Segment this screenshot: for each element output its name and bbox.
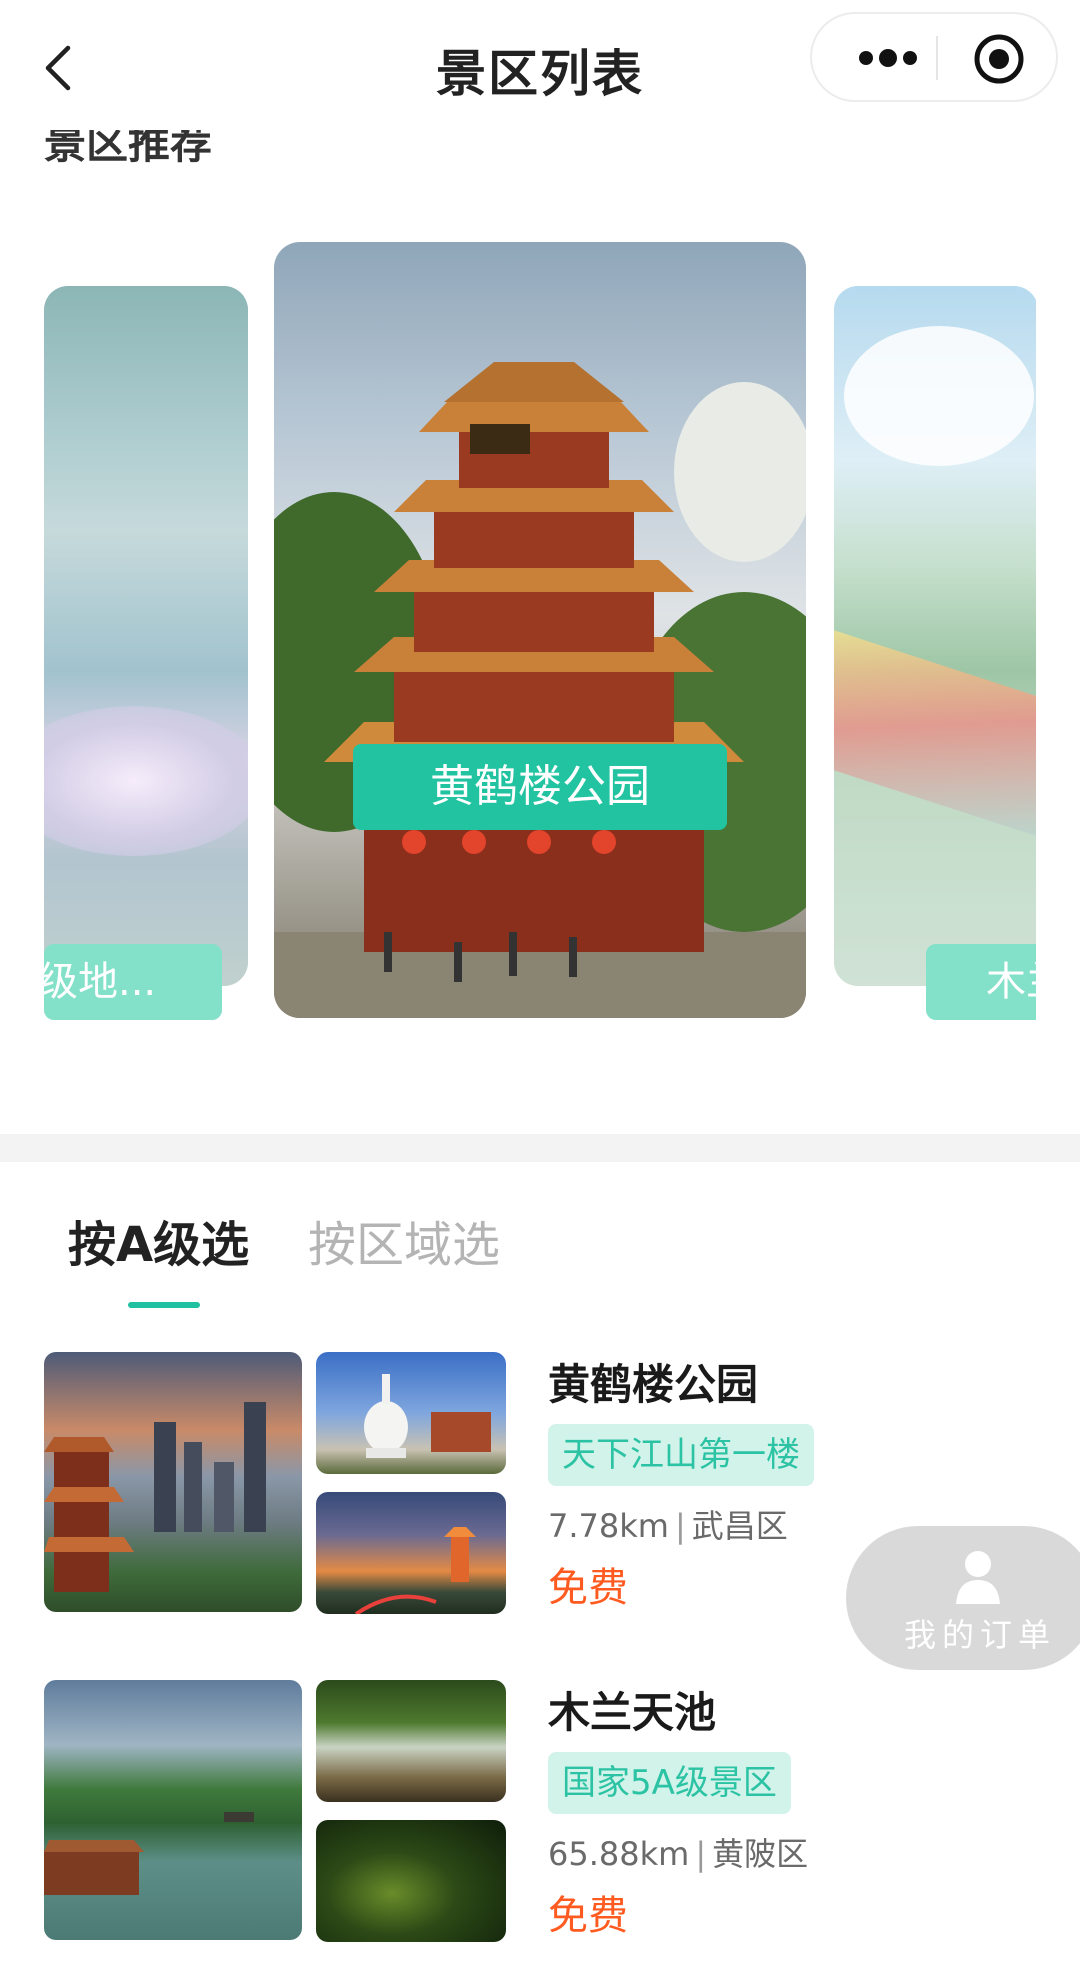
capsule-divider: [936, 36, 938, 80]
item-name: 黄鹤楼公园: [548, 1360, 759, 1409]
item-district: 黄陂区: [712, 1835, 809, 1873]
meta-separator: |: [695, 1835, 707, 1873]
thumb-tertiary: [316, 1492, 506, 1614]
item-distance: 65.88km: [548, 1835, 690, 1873]
item-meta: 7.78km | 武昌区: [548, 1502, 788, 1550]
more-icon[interactable]: [848, 38, 928, 78]
item-distance: 7.78km: [548, 1507, 669, 1545]
thumb-tertiary: [316, 1820, 506, 1942]
carousel-label-active[interactable]: 黄鹤楼公园: [353, 744, 727, 830]
tab-active-indicator: [128, 1302, 200, 1308]
meta-separator: |: [674, 1507, 686, 1545]
item-meta: 65.88km | 黄陂区: [548, 1830, 808, 1878]
my-orders-label: 我的订单: [904, 1616, 1057, 1654]
person-icon: [956, 1551, 1000, 1604]
thumb-secondary: [316, 1352, 506, 1474]
list-item[interactable]: 木兰天池 国家5A级景区 65.88km | 黄陂区 免费: [0, 1680, 1080, 1942]
card-overlay: [834, 286, 1036, 986]
item-name: 木兰天池: [548, 1688, 717, 1737]
target-icon[interactable]: [972, 32, 1026, 86]
section-divider: [0, 1134, 1080, 1162]
tab-by-region[interactable]: 按区域选: [308, 1212, 500, 1278]
carousel-card-active[interactable]: [274, 242, 806, 1018]
thumb-secondary: [316, 1680, 506, 1802]
carousel-card-prev[interactable]: [44, 286, 248, 986]
thumb-main: [44, 1352, 302, 1612]
thumb-main: [44, 1680, 302, 1940]
tower-image: [274, 362, 806, 1018]
scenic-carousel[interactable]: 级地... 木: [44, 228, 1036, 1078]
my-orders-button[interactable]: 我的订单: [846, 1526, 1080, 1670]
card-overlay: [44, 286, 248, 986]
tab-by-a-level[interactable]: 按A级选: [68, 1212, 249, 1278]
item-tag: 国家5A级景区: [548, 1752, 791, 1814]
item-price: 免费: [548, 1565, 628, 1611]
carousel-label-next[interactable]: 木兰: [926, 944, 1036, 1020]
carousel-card-next[interactable]: [834, 286, 1036, 986]
mini-program-capsule: [810, 12, 1058, 102]
item-tag: 天下江山第一楼: [548, 1424, 814, 1486]
nav-bar: 景区列表: [0, 0, 1080, 130]
carousel-label-prev[interactable]: 级地...: [44, 944, 222, 1020]
item-price: 免费: [548, 1893, 628, 1939]
item-district: 武昌区: [691, 1507, 788, 1545]
